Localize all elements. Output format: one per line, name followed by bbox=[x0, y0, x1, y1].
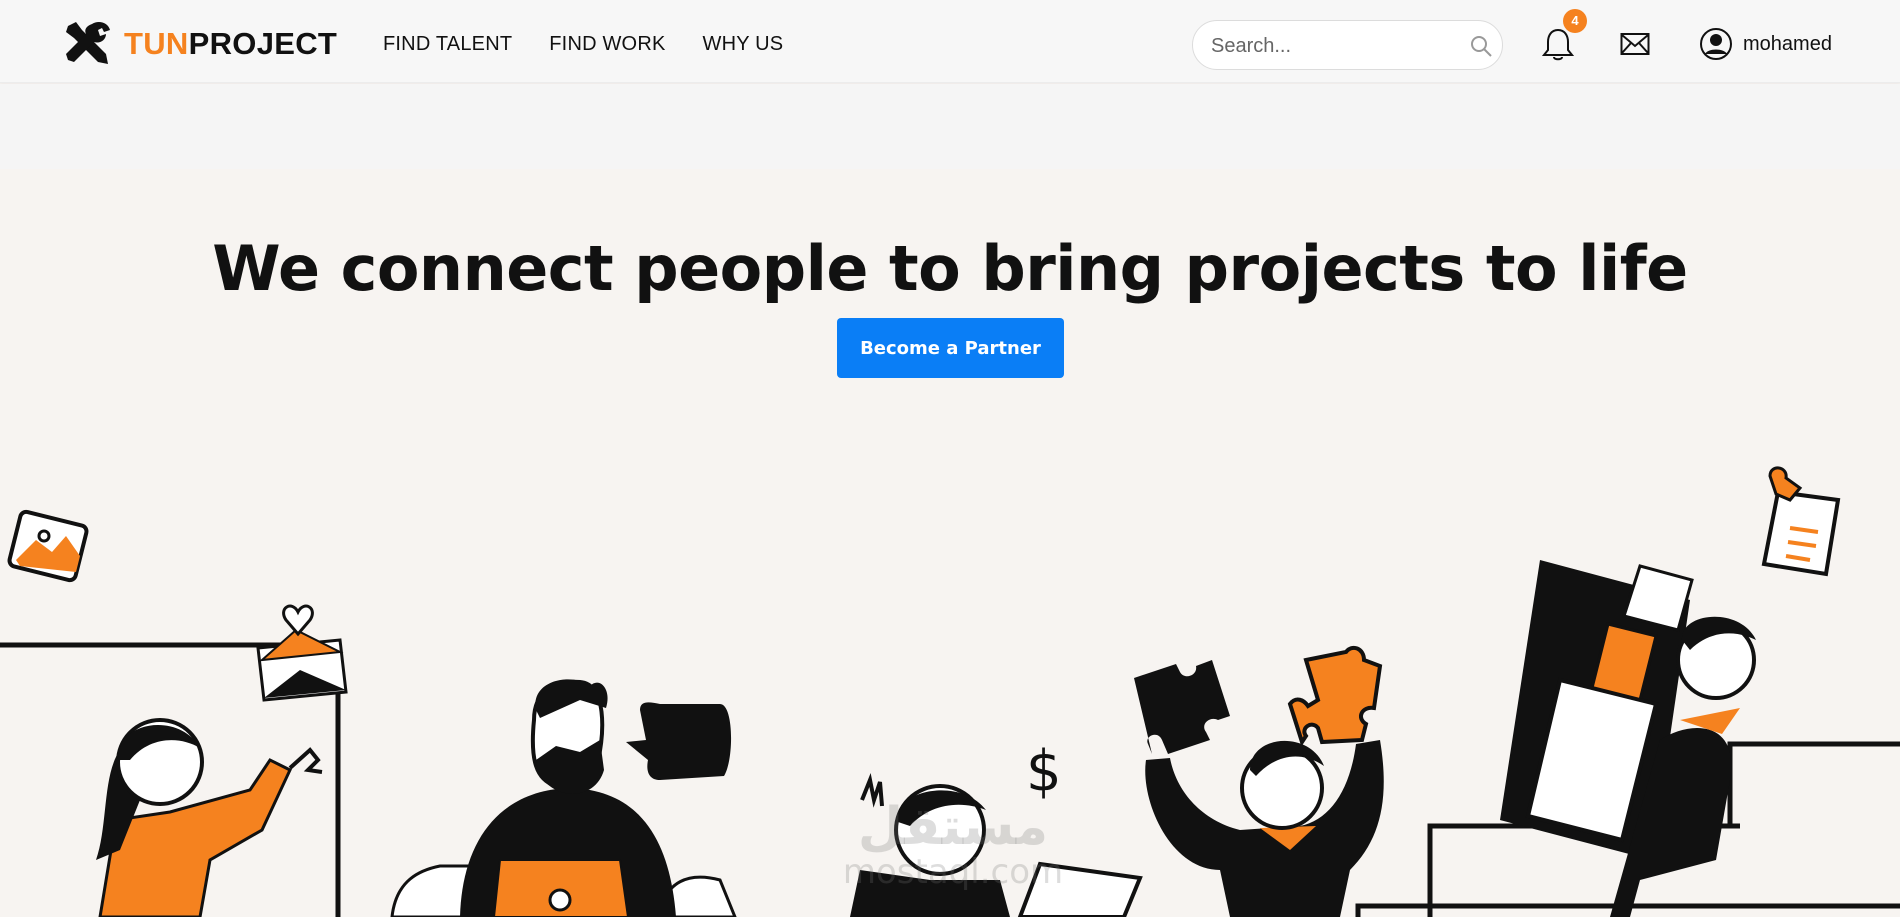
hero-title: We connect people to bring projects to l… bbox=[212, 232, 1688, 305]
nav-why-us[interactable]: WHY US bbox=[703, 33, 784, 56]
watermark-arabic: مستقل bbox=[857, 797, 1049, 857]
love-letter-icon bbox=[256, 604, 348, 702]
user-menu[interactable]: mohamed bbox=[1699, 27, 1832, 61]
watermark-domain: mostaql.com bbox=[842, 852, 1064, 892]
woman-waving-figure bbox=[96, 718, 323, 917]
user-circle-icon bbox=[1700, 28, 1732, 60]
bell-icon[interactable] bbox=[1542, 27, 1574, 61]
svg-text:$: $ bbox=[1026, 739, 1062, 804]
search-input[interactable] bbox=[1211, 33, 1451, 59]
nav-find-work[interactable]: FIND WORK bbox=[549, 33, 665, 56]
user-name: mohamed bbox=[1743, 32, 1832, 55]
man-with-laptop-figure bbox=[390, 679, 737, 917]
man-carrying-boxes-figure bbox=[1355, 560, 1900, 917]
main-menu: FIND TALENT FIND WORK WHY US bbox=[383, 33, 820, 56]
search-icon[interactable] bbox=[1469, 34, 1493, 58]
notification-badge: 4 bbox=[1563, 9, 1587, 33]
mail-icon[interactable] bbox=[1620, 32, 1650, 56]
man-with-puzzle-figure bbox=[1134, 645, 1384, 917]
brand-name: TUNPROJECT bbox=[124, 26, 337, 62]
top-navbar: TUNPROJECT FIND TALENT FIND WORK WHY US … bbox=[0, 0, 1900, 83]
brand-name-part2: PROJECT bbox=[188, 26, 338, 61]
brand-logo[interactable]: TUNPROJECT bbox=[62, 20, 337, 68]
become-partner-button[interactable]: Become a Partner bbox=[837, 318, 1064, 378]
nav-find-talent[interactable]: FIND TALENT bbox=[383, 33, 512, 56]
sticky-note-icon bbox=[1761, 466, 1841, 577]
sub-header-band bbox=[0, 84, 1900, 169]
photo-card-icon bbox=[7, 509, 89, 583]
watermark: مستقل mostaql.com bbox=[838, 800, 1068, 890]
search-box bbox=[1192, 20, 1503, 70]
tools-icon bbox=[66, 22, 110, 64]
brand-name-part1: TUN bbox=[124, 26, 189, 61]
